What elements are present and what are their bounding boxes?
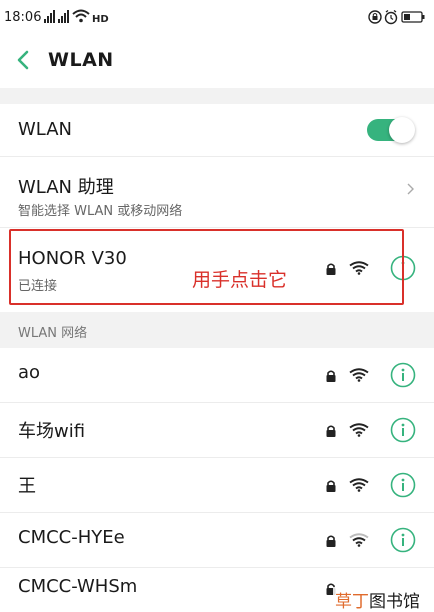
network-list-item[interactable]: 车场wifi xyxy=(0,403,434,458)
network-name: 王 xyxy=(18,476,36,497)
wlan-assistant-row[interactable]: WLAN 助理 智能选择 WLAN 或移动网络 xyxy=(0,157,434,228)
network-name: 车场wifi xyxy=(18,421,86,442)
battery-icon xyxy=(401,11,425,23)
watermark: 草丁图书馆 xyxy=(333,587,422,612)
section-header: WLAN 网络 xyxy=(0,312,434,348)
annotation-text: 用手点击它 xyxy=(192,269,288,291)
network-name: ao xyxy=(18,362,41,383)
wifi-signal-icon xyxy=(349,477,369,496)
toggle-knob xyxy=(389,117,415,143)
wlan-assistant-subtitle: 智能选择 WLAN 或移动网络 xyxy=(18,204,183,219)
status-bar: 18:06 HD xyxy=(0,0,434,36)
chevron-right-icon xyxy=(406,181,416,201)
watermark-rest: 图书馆 xyxy=(369,592,420,612)
lock-icon xyxy=(368,10,382,24)
status-right-icons xyxy=(368,8,426,30)
info-icon[interactable] xyxy=(390,362,416,392)
wifi-signal-weak-icon xyxy=(349,532,369,551)
wlan-toggle-row[interactable]: WLAN xyxy=(0,104,434,157)
chevron-left-icon[interactable] xyxy=(12,48,34,76)
watermark-brand: 草丁 xyxy=(335,592,369,612)
section-label: WLAN 网络 xyxy=(18,326,88,341)
info-icon[interactable] xyxy=(390,472,416,502)
status-left-icons: HD xyxy=(44,8,110,30)
lock-icon xyxy=(325,478,337,497)
network-list-item[interactable]: ao xyxy=(0,348,434,403)
network-name: CMCC-HYEe xyxy=(18,527,125,548)
status-time: 18:06 xyxy=(4,10,42,25)
lock-icon xyxy=(325,368,337,387)
alarm-icon xyxy=(384,9,398,25)
divider-band xyxy=(0,88,434,104)
wlan-assistant-title: WLAN 助理 xyxy=(18,177,114,198)
network-name: CMCC-WHSm xyxy=(18,576,138,597)
info-icon[interactable] xyxy=(390,417,416,447)
page-title: WLAN xyxy=(48,49,114,71)
wlan-toggle-label: WLAN xyxy=(18,119,73,140)
wlan-toggle-switch[interactable] xyxy=(367,117,415,143)
hd-icon: HD xyxy=(92,14,109,25)
wifi-signal-icon xyxy=(349,422,369,441)
wifi-signal-icon xyxy=(349,367,369,386)
info-icon[interactable] xyxy=(390,527,416,557)
header: WLAN xyxy=(0,36,434,88)
signal-icon xyxy=(58,10,69,23)
lock-icon xyxy=(325,533,337,552)
signal-icon xyxy=(44,10,55,23)
svg-text:HD: HD xyxy=(92,14,109,25)
network-list-item[interactable]: 王 xyxy=(0,458,434,513)
lock-icon xyxy=(325,423,337,442)
network-list-item[interactable]: CMCC-HYEe xyxy=(0,513,434,568)
wifi-icon xyxy=(72,9,90,23)
